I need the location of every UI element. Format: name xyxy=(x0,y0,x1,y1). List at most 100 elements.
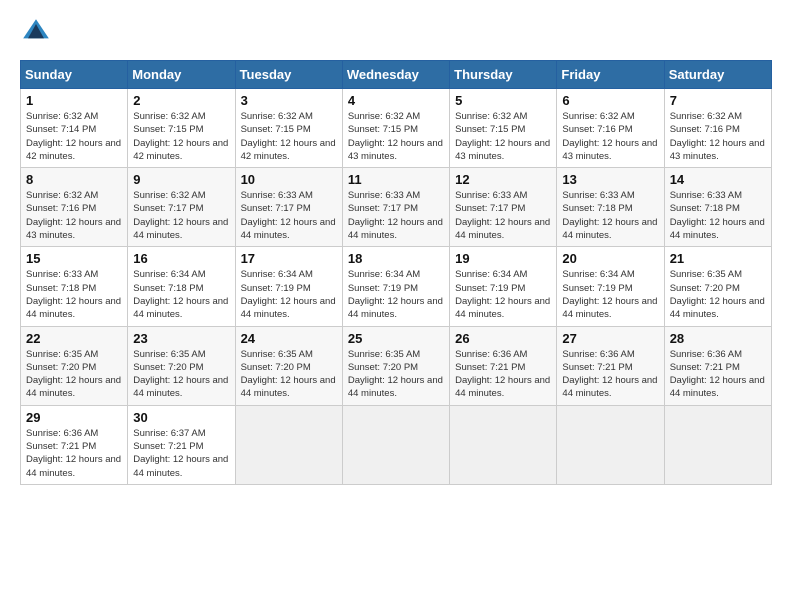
calendar-cell: 7 Sunrise: 6:32 AMSunset: 7:16 PMDayligh… xyxy=(664,89,771,168)
calendar-cell: 25 Sunrise: 6:35 AMSunset: 7:20 PMDaylig… xyxy=(342,326,449,405)
day-number: 16 xyxy=(133,251,229,266)
weekday-wednesday: Wednesday xyxy=(342,61,449,89)
day-number: 17 xyxy=(241,251,337,266)
day-number: 7 xyxy=(670,93,766,108)
week-row-3: 15 Sunrise: 6:33 AMSunset: 7:18 PMDaylig… xyxy=(21,247,772,326)
day-info: Sunrise: 6:36 AMSunset: 7:21 PMDaylight:… xyxy=(455,348,551,401)
day-info: Sunrise: 6:32 AMSunset: 7:17 PMDaylight:… xyxy=(133,189,229,242)
calendar-cell: 8 Sunrise: 6:32 AMSunset: 7:16 PMDayligh… xyxy=(21,168,128,247)
day-info: Sunrise: 6:33 AMSunset: 7:18 PMDaylight:… xyxy=(670,189,766,242)
day-info: Sunrise: 6:35 AMSunset: 7:20 PMDaylight:… xyxy=(670,268,766,321)
day-number: 15 xyxy=(26,251,122,266)
day-number: 11 xyxy=(348,172,444,187)
day-info: Sunrise: 6:32 AMSunset: 7:15 PMDaylight:… xyxy=(133,110,229,163)
week-row-4: 22 Sunrise: 6:35 AMSunset: 7:20 PMDaylig… xyxy=(21,326,772,405)
day-number: 5 xyxy=(455,93,551,108)
weekday-thursday: Thursday xyxy=(450,61,557,89)
day-number: 24 xyxy=(241,331,337,346)
day-info: Sunrise: 6:33 AMSunset: 7:18 PMDaylight:… xyxy=(26,268,122,321)
calendar-cell: 3 Sunrise: 6:32 AMSunset: 7:15 PMDayligh… xyxy=(235,89,342,168)
calendar-cell: 21 Sunrise: 6:35 AMSunset: 7:20 PMDaylig… xyxy=(664,247,771,326)
day-number: 3 xyxy=(241,93,337,108)
calendar-cell: 26 Sunrise: 6:36 AMSunset: 7:21 PMDaylig… xyxy=(450,326,557,405)
calendar-cell xyxy=(664,405,771,484)
weekday-tuesday: Tuesday xyxy=(235,61,342,89)
calendar-body: 1 Sunrise: 6:32 AMSunset: 7:14 PMDayligh… xyxy=(21,89,772,485)
day-info: Sunrise: 6:34 AMSunset: 7:19 PMDaylight:… xyxy=(241,268,337,321)
week-row-1: 1 Sunrise: 6:32 AMSunset: 7:14 PMDayligh… xyxy=(21,89,772,168)
week-row-5: 29 Sunrise: 6:36 AMSunset: 7:21 PMDaylig… xyxy=(21,405,772,484)
calendar-cell: 17 Sunrise: 6:34 AMSunset: 7:19 PMDaylig… xyxy=(235,247,342,326)
calendar-cell: 4 Sunrise: 6:32 AMSunset: 7:15 PMDayligh… xyxy=(342,89,449,168)
header xyxy=(20,16,772,48)
day-number: 14 xyxy=(670,172,766,187)
day-info: Sunrise: 6:35 AMSunset: 7:20 PMDaylight:… xyxy=(26,348,122,401)
calendar-cell: 18 Sunrise: 6:34 AMSunset: 7:19 PMDaylig… xyxy=(342,247,449,326)
day-number: 27 xyxy=(562,331,658,346)
calendar-cell: 12 Sunrise: 6:33 AMSunset: 7:17 PMDaylig… xyxy=(450,168,557,247)
calendar-cell xyxy=(450,405,557,484)
week-row-2: 8 Sunrise: 6:32 AMSunset: 7:16 PMDayligh… xyxy=(21,168,772,247)
calendar-cell: 27 Sunrise: 6:36 AMSunset: 7:21 PMDaylig… xyxy=(557,326,664,405)
day-number: 19 xyxy=(455,251,551,266)
calendar-cell: 11 Sunrise: 6:33 AMSunset: 7:17 PMDaylig… xyxy=(342,168,449,247)
day-info: Sunrise: 6:34 AMSunset: 7:19 PMDaylight:… xyxy=(562,268,658,321)
calendar-cell: 19 Sunrise: 6:34 AMSunset: 7:19 PMDaylig… xyxy=(450,247,557,326)
day-info: Sunrise: 6:32 AMSunset: 7:15 PMDaylight:… xyxy=(241,110,337,163)
day-number: 20 xyxy=(562,251,658,266)
calendar-table: SundayMondayTuesdayWednesdayThursdayFrid… xyxy=(20,60,772,485)
day-info: Sunrise: 6:32 AMSunset: 7:16 PMDaylight:… xyxy=(562,110,658,163)
day-number: 25 xyxy=(348,331,444,346)
weekday-sunday: Sunday xyxy=(21,61,128,89)
calendar-cell: 10 Sunrise: 6:33 AMSunset: 7:17 PMDaylig… xyxy=(235,168,342,247)
day-info: Sunrise: 6:32 AMSunset: 7:16 PMDaylight:… xyxy=(670,110,766,163)
day-info: Sunrise: 6:33 AMSunset: 7:17 PMDaylight:… xyxy=(241,189,337,242)
calendar-cell: 9 Sunrise: 6:32 AMSunset: 7:17 PMDayligh… xyxy=(128,168,235,247)
day-number: 23 xyxy=(133,331,229,346)
day-info: Sunrise: 6:35 AMSunset: 7:20 PMDaylight:… xyxy=(133,348,229,401)
day-info: Sunrise: 6:33 AMSunset: 7:17 PMDaylight:… xyxy=(348,189,444,242)
day-info: Sunrise: 6:35 AMSunset: 7:20 PMDaylight:… xyxy=(348,348,444,401)
calendar-cell: 13 Sunrise: 6:33 AMSunset: 7:18 PMDaylig… xyxy=(557,168,664,247)
day-number: 30 xyxy=(133,410,229,425)
day-number: 13 xyxy=(562,172,658,187)
day-number: 29 xyxy=(26,410,122,425)
calendar-cell: 16 Sunrise: 6:34 AMSunset: 7:18 PMDaylig… xyxy=(128,247,235,326)
day-number: 2 xyxy=(133,93,229,108)
day-info: Sunrise: 6:36 AMSunset: 7:21 PMDaylight:… xyxy=(26,427,122,480)
day-info: Sunrise: 6:34 AMSunset: 7:18 PMDaylight:… xyxy=(133,268,229,321)
day-info: Sunrise: 6:36 AMSunset: 7:21 PMDaylight:… xyxy=(670,348,766,401)
day-info: Sunrise: 6:33 AMSunset: 7:17 PMDaylight:… xyxy=(455,189,551,242)
calendar-cell: 5 Sunrise: 6:32 AMSunset: 7:15 PMDayligh… xyxy=(450,89,557,168)
calendar-cell: 23 Sunrise: 6:35 AMSunset: 7:20 PMDaylig… xyxy=(128,326,235,405)
day-number: 21 xyxy=(670,251,766,266)
day-number: 6 xyxy=(562,93,658,108)
logo xyxy=(20,16,58,48)
calendar-cell: 29 Sunrise: 6:36 AMSunset: 7:21 PMDaylig… xyxy=(21,405,128,484)
day-number: 18 xyxy=(348,251,444,266)
calendar-cell: 14 Sunrise: 6:33 AMSunset: 7:18 PMDaylig… xyxy=(664,168,771,247)
day-number: 8 xyxy=(26,172,122,187)
day-number: 28 xyxy=(670,331,766,346)
day-number: 22 xyxy=(26,331,122,346)
day-number: 10 xyxy=(241,172,337,187)
calendar-cell: 30 Sunrise: 6:37 AMSunset: 7:21 PMDaylig… xyxy=(128,405,235,484)
weekday-monday: Monday xyxy=(128,61,235,89)
weekday-friday: Friday xyxy=(557,61,664,89)
day-info: Sunrise: 6:32 AMSunset: 7:15 PMDaylight:… xyxy=(348,110,444,163)
day-info: Sunrise: 6:36 AMSunset: 7:21 PMDaylight:… xyxy=(562,348,658,401)
calendar-cell: 28 Sunrise: 6:36 AMSunset: 7:21 PMDaylig… xyxy=(664,326,771,405)
calendar-cell: 24 Sunrise: 6:35 AMSunset: 7:20 PMDaylig… xyxy=(235,326,342,405)
logo-icon xyxy=(20,16,52,48)
calendar-cell xyxy=(557,405,664,484)
calendar-cell: 20 Sunrise: 6:34 AMSunset: 7:19 PMDaylig… xyxy=(557,247,664,326)
calendar-cell xyxy=(342,405,449,484)
day-number: 12 xyxy=(455,172,551,187)
calendar-cell: 1 Sunrise: 6:32 AMSunset: 7:14 PMDayligh… xyxy=(21,89,128,168)
day-info: Sunrise: 6:32 AMSunset: 7:15 PMDaylight:… xyxy=(455,110,551,163)
day-info: Sunrise: 6:33 AMSunset: 7:18 PMDaylight:… xyxy=(562,189,658,242)
calendar-cell: 2 Sunrise: 6:32 AMSunset: 7:15 PMDayligh… xyxy=(128,89,235,168)
day-number: 1 xyxy=(26,93,122,108)
calendar-cell: 22 Sunrise: 6:35 AMSunset: 7:20 PMDaylig… xyxy=(21,326,128,405)
day-info: Sunrise: 6:34 AMSunset: 7:19 PMDaylight:… xyxy=(455,268,551,321)
